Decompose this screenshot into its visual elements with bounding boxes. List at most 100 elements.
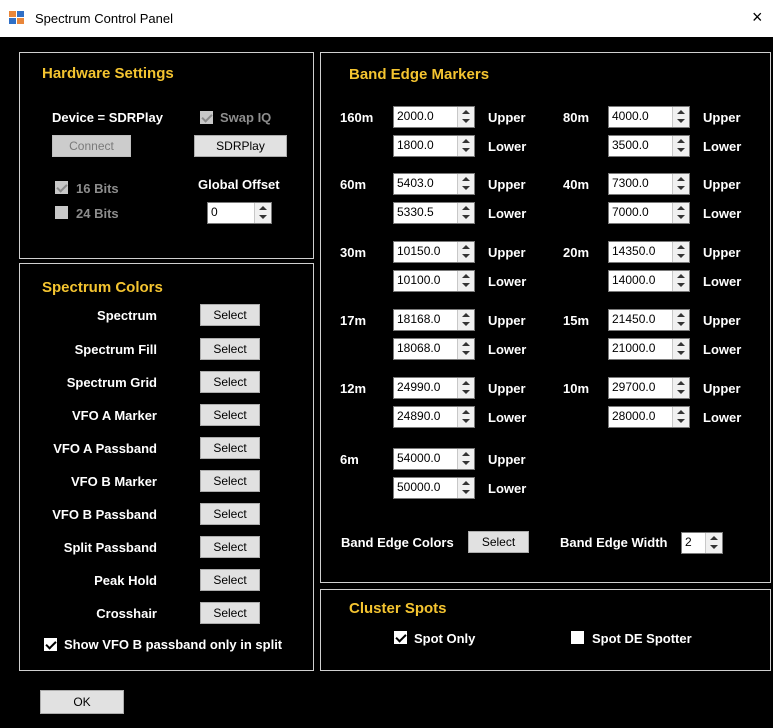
band-lower-stepper[interactable]: 28000.0 xyxy=(608,406,690,428)
color-select-button[interactable]: Select xyxy=(200,437,260,459)
stepper-arrows-icon[interactable] xyxy=(672,339,689,359)
band-lower-stepper[interactable]: 10100.0 xyxy=(393,270,475,292)
stepper-arrows-icon[interactable] xyxy=(672,407,689,427)
stepper-arrows-icon[interactable] xyxy=(457,107,474,127)
band-upper-stepper[interactable]: 29700.0 xyxy=(608,377,690,399)
band-label: 20m xyxy=(563,245,590,260)
band-upper-value: 21450.0 xyxy=(612,312,656,326)
stepper-arrows-icon[interactable] xyxy=(457,478,474,498)
band-upper-stepper[interactable]: 14350.0 xyxy=(608,241,690,263)
global-offset-stepper[interactable]: 0 xyxy=(207,202,272,224)
band-label: 160m xyxy=(340,110,374,125)
stepper-arrows-icon[interactable] xyxy=(672,242,689,262)
band-edge-width-value: 2 xyxy=(685,535,692,549)
band-lower-value: 28000.0 xyxy=(612,409,656,423)
spectrum-colors-title: Spectrum Colors xyxy=(42,279,163,296)
band-label: 15m xyxy=(563,313,590,328)
color-select-button[interactable]: Select xyxy=(200,503,260,525)
band-lower-value: 18068.0 xyxy=(397,341,441,355)
stepper-arrows-icon[interactable] xyxy=(457,136,474,156)
stepper-arrows-icon[interactable] xyxy=(457,378,474,398)
show-vfo-b-checkbox[interactable] xyxy=(44,638,57,651)
band-lower-stepper[interactable]: 7000.0 xyxy=(608,202,690,224)
band-upper-stepper[interactable]: 5403.0 xyxy=(393,173,475,195)
hardware-settings-title: Hardware Settings xyxy=(42,65,174,82)
stepper-arrows-icon[interactable] xyxy=(672,378,689,398)
band-edge-colors-button[interactable]: Select xyxy=(468,531,529,553)
band-edge-markers-title: Band Edge Markers xyxy=(349,66,490,83)
lower-label: Lower xyxy=(703,139,742,154)
stepper-arrows-icon[interactable] xyxy=(254,203,271,223)
stepper-arrows-icon[interactable] xyxy=(457,407,474,427)
stepper-arrows-icon[interactable] xyxy=(457,310,474,330)
band-label: 6m xyxy=(340,452,359,467)
band-upper-stepper[interactable]: 2000.0 xyxy=(393,106,475,128)
connect-button[interactable]: Connect xyxy=(52,135,131,157)
stepper-arrows-icon[interactable] xyxy=(457,203,474,223)
lower-label: Lower xyxy=(703,206,742,221)
color-select-button[interactable]: Select xyxy=(200,404,260,426)
band-lower-stepper[interactable]: 50000.0 xyxy=(393,477,475,499)
color-select-button[interactable]: Select xyxy=(200,371,260,393)
stepper-arrows-icon[interactable] xyxy=(457,242,474,262)
band-label: 17m xyxy=(340,313,367,328)
band-upper-stepper[interactable]: 7300.0 xyxy=(608,173,690,195)
color-select-button[interactable]: Select xyxy=(200,602,260,624)
bits16-checkbox[interactable] xyxy=(55,181,68,194)
sdrplay-button[interactable]: SDRPlay xyxy=(194,135,287,157)
band-lower-stepper[interactable]: 18068.0 xyxy=(393,338,475,360)
swap-iq-checkbox[interactable] xyxy=(200,111,213,124)
stepper-arrows-icon[interactable] xyxy=(672,107,689,127)
band-upper-value: 5403.0 xyxy=(397,176,434,190)
band-lower-stepper[interactable]: 5330.5 xyxy=(393,202,475,224)
band-lower-value: 21000.0 xyxy=(612,341,656,355)
stepper-arrows-icon[interactable] xyxy=(672,271,689,291)
spot-only-label: Spot Only xyxy=(414,631,476,646)
band-lower-value: 1800.0 xyxy=(397,138,434,152)
stepper-arrows-icon[interactable] xyxy=(672,203,689,223)
band-upper-stepper[interactable]: 21450.0 xyxy=(608,309,690,331)
band-label: 10m xyxy=(563,381,590,396)
upper-label: Upper xyxy=(488,313,526,328)
close-icon[interactable]: × xyxy=(752,8,763,26)
stepper-arrows-icon[interactable] xyxy=(672,136,689,156)
spot-de-spotter-checkbox[interactable] xyxy=(571,631,584,644)
color-select-button[interactable]: Select xyxy=(200,470,260,492)
band-edge-width-stepper[interactable]: 2 xyxy=(681,532,723,554)
ok-button[interactable]: OK xyxy=(40,690,124,714)
bits24-label: 24 Bits xyxy=(76,206,119,221)
stepper-arrows-icon[interactable] xyxy=(457,271,474,291)
global-offset-value: 0 xyxy=(211,205,218,219)
band-upper-stepper[interactable]: 4000.0 xyxy=(608,106,690,128)
band-upper-stepper[interactable]: 24990.0 xyxy=(393,377,475,399)
spectrum-colors-group xyxy=(19,263,314,671)
band-upper-stepper[interactable]: 18168.0 xyxy=(393,309,475,331)
color-select-button[interactable]: Select xyxy=(200,536,260,558)
band-lower-value: 14000.0 xyxy=(612,273,656,287)
band-lower-stepper[interactable]: 1800.0 xyxy=(393,135,475,157)
lower-label: Lower xyxy=(703,342,742,357)
band-upper-stepper[interactable]: 54000.0 xyxy=(393,448,475,470)
color-item-label: Spectrum Grid xyxy=(66,375,157,390)
band-upper-value: 10150.0 xyxy=(397,244,441,258)
show-vfo-b-label: Show VFO B passband only in split xyxy=(64,637,283,652)
band-lower-stepper[interactable]: 14000.0 xyxy=(608,270,690,292)
band-lower-stepper[interactable]: 24890.0 xyxy=(393,406,475,428)
band-upper-stepper[interactable]: 10150.0 xyxy=(393,241,475,263)
color-select-button[interactable]: Select xyxy=(200,338,260,360)
color-select-button[interactable]: Select xyxy=(200,569,260,591)
lower-label: Lower xyxy=(703,410,742,425)
stepper-arrows-icon[interactable] xyxy=(705,533,722,553)
stepper-arrows-icon[interactable] xyxy=(457,174,474,194)
stepper-arrows-icon[interactable] xyxy=(672,310,689,330)
bits16-label: 16 Bits xyxy=(76,181,119,196)
stepper-arrows-icon[interactable] xyxy=(457,449,474,469)
band-lower-value: 24890.0 xyxy=(397,409,441,423)
stepper-arrows-icon[interactable] xyxy=(672,174,689,194)
bits24-checkbox[interactable] xyxy=(55,206,68,219)
band-lower-stepper[interactable]: 21000.0 xyxy=(608,338,690,360)
band-lower-stepper[interactable]: 3500.0 xyxy=(608,135,690,157)
color-select-button[interactable]: Select xyxy=(200,304,260,326)
stepper-arrows-icon[interactable] xyxy=(457,339,474,359)
spot-only-checkbox[interactable] xyxy=(394,631,407,644)
